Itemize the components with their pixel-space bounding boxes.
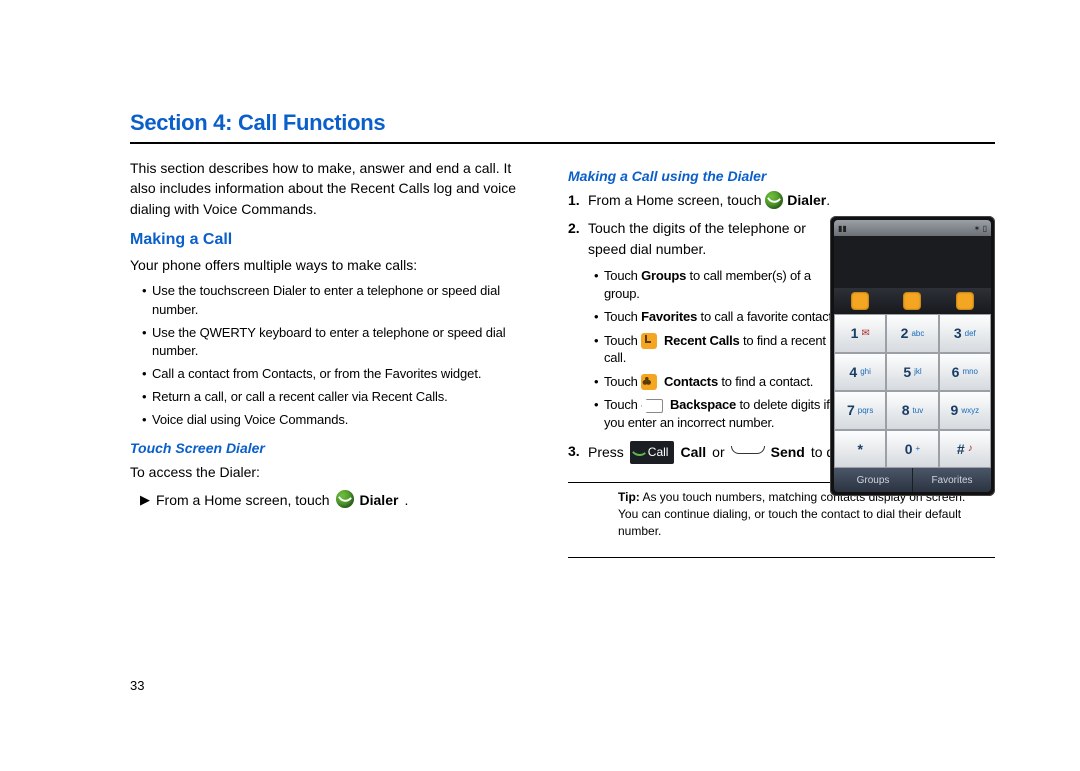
contacts-icon bbox=[641, 374, 657, 390]
tip-body: As you touch numbers, matching contacts … bbox=[618, 490, 965, 538]
left-column: This section describes how to make, answ… bbox=[130, 158, 540, 564]
ways-item: Use the touchscreen Dialer to enter a te… bbox=[142, 282, 540, 320]
access-dialer-text: To access the Dialer: bbox=[130, 462, 540, 483]
phone-icon-row bbox=[834, 288, 991, 314]
send-key-icon bbox=[731, 446, 765, 454]
phone-key: * bbox=[834, 430, 886, 469]
phone-screenshot: ▮▮✶ ▯ 1✉2abc3def 4ghi5jkl6mno 7pqrs8tuv9wx… bbox=[830, 216, 995, 496]
phone-key: 7pqrs bbox=[834, 391, 886, 430]
dialer-label: Dialer bbox=[360, 492, 399, 508]
triangle-bullet-icon: ▶ bbox=[140, 492, 150, 508]
phone-key: 1✉ bbox=[834, 314, 886, 353]
step2-subbullets: Touch Groups to call member(s) of a grou… bbox=[588, 267, 838, 431]
right-text-wrap: Making a Call using the Dialer 1. From a… bbox=[568, 168, 838, 431]
ways-item: Return a call, or call a recent caller v… bbox=[142, 388, 540, 407]
tip-label: Tip: bbox=[618, 490, 640, 504]
phone-key: 6mno bbox=[939, 353, 991, 392]
title-rule bbox=[130, 142, 995, 144]
section-title: Section 4: Call Functions bbox=[130, 110, 995, 136]
heading-making-a-call: Making a Call bbox=[130, 231, 540, 249]
tip-rule-bottom bbox=[568, 557, 995, 558]
phone-key: 8tuv bbox=[886, 391, 938, 430]
ways-item: Call a contact from Contacts, or from th… bbox=[142, 365, 540, 384]
phone-key: 3def bbox=[939, 314, 991, 353]
ways-intro: Your phone offers multiple ways to make … bbox=[130, 255, 540, 276]
ways-item: Voice dial using Voice Commands. bbox=[142, 411, 540, 430]
page-number: 33 bbox=[130, 678, 144, 693]
sub-backspace: Touch Backspace to delete digits if you … bbox=[594, 396, 838, 431]
step-number: 2. bbox=[568, 218, 580, 240]
call-key-badge: Call bbox=[630, 441, 675, 464]
access-dialer-step: ▶ From a Home screen, touch Dialer. bbox=[140, 491, 540, 509]
phone-icon bbox=[632, 446, 646, 460]
heading-making-call-using-dialer: Making a Call using the Dialer bbox=[568, 168, 838, 184]
sub-contacts: Touch Contacts to find a contact. bbox=[594, 373, 838, 391]
phone-key: 5jkl bbox=[886, 353, 938, 392]
sub-groups: Touch Groups to call member(s) of a grou… bbox=[594, 267, 838, 302]
step-number: 1. bbox=[568, 190, 580, 212]
step-text: From a Home screen, touch bbox=[156, 492, 330, 508]
heading-touch-screen-dialer: Touch Screen Dialer bbox=[130, 440, 540, 456]
ways-item: Use the QWERTY keyboard to enter a telep… bbox=[142, 324, 540, 362]
step1-text: From a Home screen, touch bbox=[588, 192, 762, 208]
phone-status-bar: ▮▮✶ ▯ bbox=[834, 220, 991, 236]
dialer-icon bbox=[336, 490, 354, 508]
phone-keypad: 1✉2abc3def 4ghi5jkl6mno 7pqrs8tuv9wxyz *0+#… bbox=[834, 314, 991, 468]
recent-calls-icon bbox=[641, 333, 657, 349]
phone-key: 2abc bbox=[886, 314, 938, 353]
step-number: 3. bbox=[568, 441, 580, 463]
manual-page: Section 4: Call Functions This section d… bbox=[0, 0, 1080, 771]
phone-tab-icon bbox=[956, 292, 974, 310]
phone-screen: ▮▮✶ ▯ 1✉2abc3def 4ghi5jkl6mno 7pqrs8tuv9wx… bbox=[834, 220, 991, 492]
sub-recent-calls: Touch Recent Calls to find a recent call… bbox=[594, 332, 838, 367]
phone-favorites-button: Favorites bbox=[913, 468, 991, 492]
phone-bottom-buttons: Groups Favorites bbox=[834, 468, 991, 492]
phone-key: 9wxyz bbox=[939, 391, 991, 430]
step-2: 2. Touch the digits of the telephone or … bbox=[568, 218, 838, 432]
phone-number-display bbox=[834, 236, 991, 288]
right-column: Making a Call using the Dialer 1. From a… bbox=[568, 158, 995, 564]
tip-text: Tip: As you touch numbers, matching cont… bbox=[568, 489, 995, 539]
two-column-layout: This section describes how to make, answ… bbox=[130, 158, 995, 564]
step-1: 1. From a Home screen, touch Dialer. bbox=[568, 190, 838, 212]
phone-groups-button: Groups bbox=[834, 468, 913, 492]
phone-tab-icon bbox=[903, 292, 921, 310]
step2-text: Touch the digits of the telephone or spe… bbox=[588, 220, 806, 258]
backspace-icon bbox=[641, 399, 663, 413]
phone-key: 0+ bbox=[886, 430, 938, 469]
phone-tab-icon bbox=[851, 292, 869, 310]
step1-dialer-label: Dialer bbox=[787, 192, 826, 208]
ways-list: Use the touchscreen Dialer to enter a te… bbox=[130, 282, 540, 430]
dialer-icon bbox=[765, 191, 783, 209]
phone-key: 4ghi bbox=[834, 353, 886, 392]
sub-favorites: Touch Favorites to call a favorite conta… bbox=[594, 308, 838, 326]
dialer-steps: 1. From a Home screen, touch Dialer. 2. … bbox=[568, 190, 838, 431]
phone-key: #♪ bbox=[939, 430, 991, 469]
intro-paragraph: This section describes how to make, answ… bbox=[130, 158, 540, 219]
